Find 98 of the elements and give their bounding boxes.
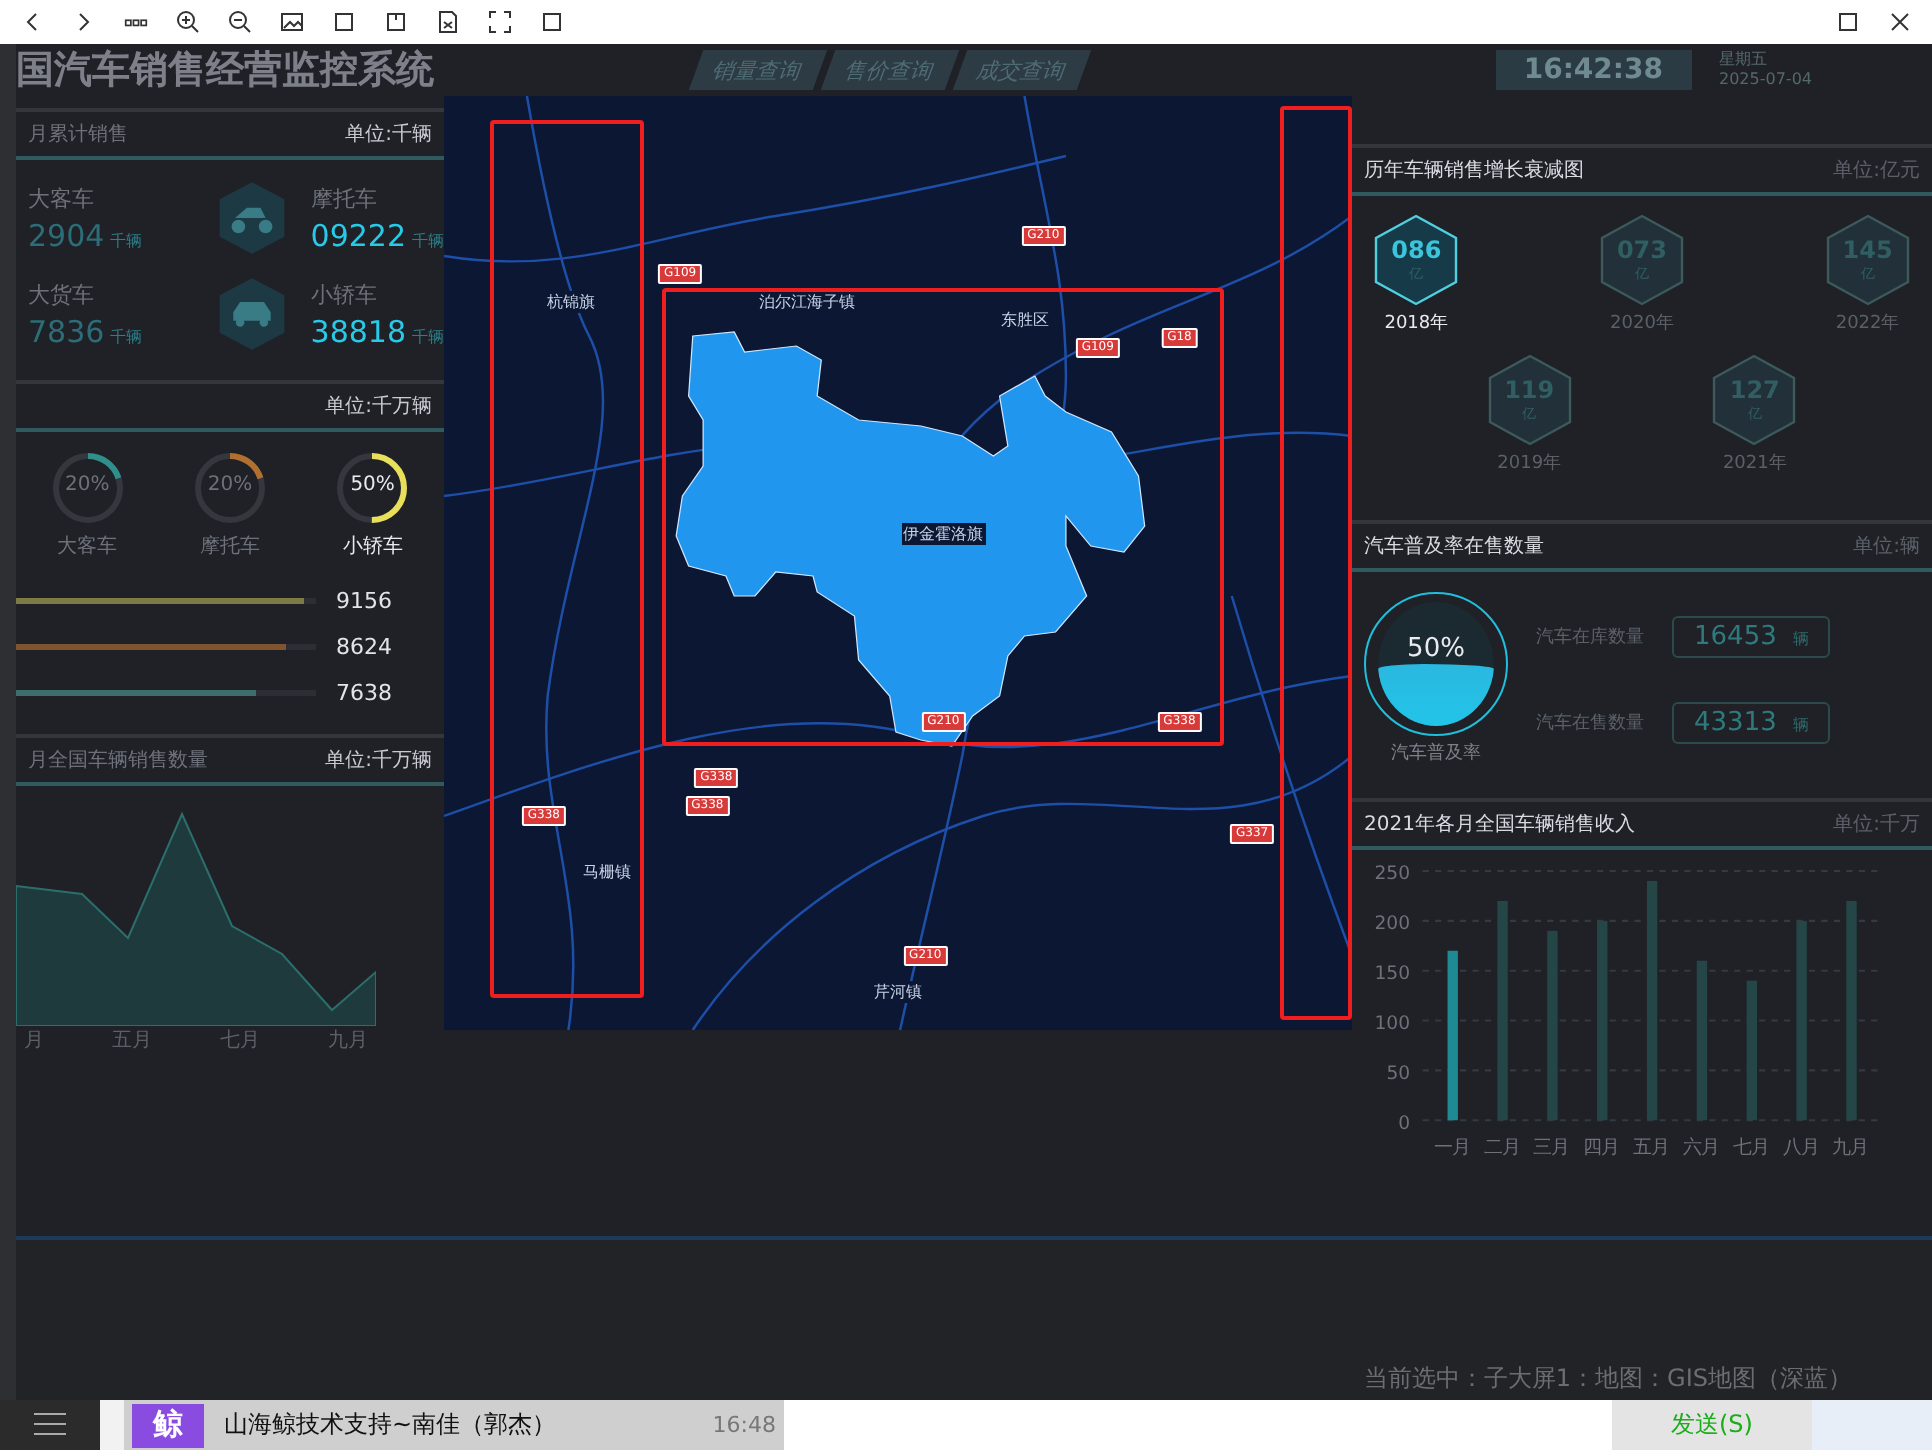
clock-time: 16:42:38 xyxy=(1495,50,1691,90)
bar-value: 9156 xyxy=(336,588,392,614)
axis-tick: 100 xyxy=(1374,1012,1411,1035)
year-label: 2020年 xyxy=(1610,311,1674,336)
panel-title: 月全国车辆销售数量 xyxy=(28,747,208,774)
axis-label: 五月 xyxy=(1633,1137,1670,1160)
ring-label: 小轿车 xyxy=(342,533,403,560)
crop-icon[interactable] xyxy=(488,10,512,34)
unit-label: 单位:千辆 xyxy=(345,121,432,148)
axis-tick: 250 xyxy=(1374,863,1411,886)
year-label: 2022年 xyxy=(1835,311,1900,336)
unit-label: 千辆 xyxy=(412,229,444,251)
vehicle-name: 大客车 xyxy=(28,183,96,213)
unit-label: 单位:千万辆 xyxy=(325,747,432,774)
date-label: 2025-07-04 xyxy=(1719,70,1812,90)
axis-label: 六月 xyxy=(1682,1137,1719,1160)
ring-label: 大客车 xyxy=(57,533,118,560)
axis-label: 九月 xyxy=(328,1027,368,1054)
unit-label: 单位:千万 xyxy=(1833,811,1920,838)
place-label: 东胜区 xyxy=(999,309,1052,332)
axis-tick: 0 xyxy=(1398,1112,1411,1135)
panel-title: 2021年各月全国车辆销售收入 xyxy=(1364,811,1635,838)
chat-avatar: 鲸 xyxy=(132,1403,204,1447)
square-icon[interactable] xyxy=(384,10,408,34)
ring-percent: 50% xyxy=(348,474,397,496)
sales-value: 7836 xyxy=(28,313,105,349)
chat-name: 山海鲸技术支持~南佳（郭杰） xyxy=(224,1408,557,1442)
ring-percent: 20% xyxy=(63,474,112,496)
selection-frame[interactable] xyxy=(1279,105,1352,1021)
panel-title: 月累计销售 xyxy=(28,121,128,148)
bar-value: 8624 xyxy=(336,634,392,660)
axis-label: 一月 xyxy=(1433,1137,1470,1160)
dashboard-title: 国汽车销售经营监控系统 xyxy=(16,46,436,96)
axis-label: 月 xyxy=(24,1028,44,1054)
vehicle-name: 摩托车 xyxy=(310,183,379,213)
sales-value: 09222 xyxy=(310,217,406,253)
stat-value-box: 16453 辆 xyxy=(1672,615,1831,657)
tray-panel xyxy=(1812,1400,1932,1450)
selection-frame[interactable] xyxy=(661,287,1225,746)
stat-label: 汽车在库数量 xyxy=(1536,625,1644,649)
gauge-percent: 50% xyxy=(1405,634,1467,664)
axis-tick: 150 xyxy=(1374,963,1411,985)
weekday-label: 星期五 xyxy=(1719,50,1769,70)
ring-gauge xyxy=(189,448,270,528)
chat-item[interactable]: 鲸 山海鲸技术支持~南佳（郭杰） 16:48 xyxy=(124,1400,784,1450)
motorcycle-hexagon-icon xyxy=(218,180,287,256)
image-icon[interactable] xyxy=(280,10,304,34)
axis-tick: 200 xyxy=(1374,913,1411,936)
unit-label: 千辆 xyxy=(110,325,143,347)
unit-label: 千辆 xyxy=(412,325,444,347)
growth-value: 086 xyxy=(1391,236,1442,264)
close-icon[interactable] xyxy=(1888,10,1912,34)
axis-label: 五月 xyxy=(112,1028,152,1054)
axis-label: 九月 xyxy=(1832,1137,1869,1160)
panel-title: 汽车普及率在售数量 xyxy=(1364,533,1544,560)
ring-percent: 20% xyxy=(205,474,255,496)
ring-gauge xyxy=(47,448,128,528)
zoom-out-icon[interactable] xyxy=(228,10,252,34)
stat-label: 汽车在售数量 xyxy=(1536,711,1644,735)
unit-label: 千辆 xyxy=(110,229,143,251)
axis-label: 八月 xyxy=(1782,1137,1819,1160)
car-hexagon-icon xyxy=(218,276,287,352)
selection-frame[interactable] xyxy=(489,119,644,998)
axis-label: 七月 xyxy=(1732,1137,1769,1160)
vehicle-name: 小轿车 xyxy=(310,279,379,309)
zoom-in-icon[interactable] xyxy=(176,10,200,34)
square-icon[interactable] xyxy=(540,10,564,34)
unit-label: 单位:亿元 xyxy=(1833,157,1920,184)
axis-label: 三月 xyxy=(1533,1137,1570,1160)
axis-label: 四月 xyxy=(1583,1137,1620,1160)
vehicle-name: 大货车 xyxy=(28,279,96,309)
file-icon[interactable] xyxy=(436,10,460,34)
send-button[interactable]: 发送(S) xyxy=(1612,1400,1812,1450)
year-label: 2021年 xyxy=(1722,451,1787,476)
axis-label: 二月 xyxy=(1483,1137,1520,1160)
maximize-icon[interactable] xyxy=(1836,10,1860,34)
ring-label: 摩托车 xyxy=(199,533,260,560)
axis-label: 七月 xyxy=(220,1027,260,1054)
ring-gauge xyxy=(332,448,413,528)
message-input-area[interactable] xyxy=(784,1400,1612,1450)
axis-tick: 50 xyxy=(1386,1062,1411,1085)
bar-value: 7638 xyxy=(336,680,392,706)
unit-label: 单位:千万辆 xyxy=(325,393,432,420)
sales-value: 2904 xyxy=(28,217,105,253)
stat-value-box: 43313 辆 xyxy=(1672,701,1831,743)
place-label: 芹河镇 xyxy=(872,981,924,1004)
selection-status: 当前选中：子大屏1：地图：GIS地图（深蓝） xyxy=(1363,1362,1852,1396)
year-label: 2018年 xyxy=(1384,311,1449,336)
square-icon[interactable] xyxy=(332,10,356,34)
liquid-gauge xyxy=(1378,602,1494,726)
year-label: 2019年 xyxy=(1497,451,1562,476)
sales-value: 38818 xyxy=(310,313,406,349)
menu-icon[interactable] xyxy=(0,1400,100,1450)
place-label: 伊金霍洛旗 xyxy=(901,523,986,546)
panel-title: 历年车辆销售增长衰减图 xyxy=(1364,157,1584,184)
chat-time: 16:48 xyxy=(712,1412,776,1438)
unit-label: 单位:辆 xyxy=(1853,533,1920,560)
gauge-label: 汽车普及率 xyxy=(1391,740,1481,766)
